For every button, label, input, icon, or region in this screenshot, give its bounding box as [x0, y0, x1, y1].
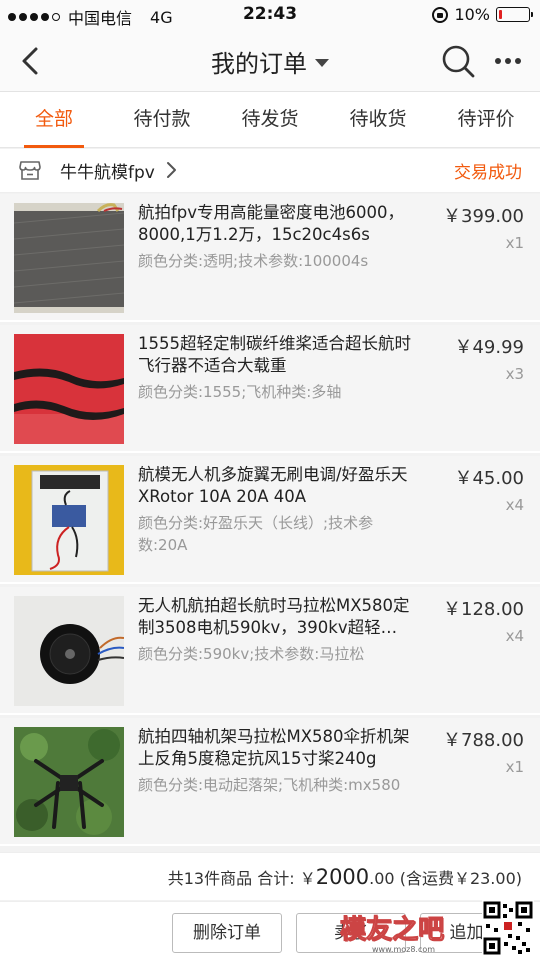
item-spec: 颜色分类:电动起落架;飞机种类:mx580	[138, 776, 401, 794]
tab-pending-payment[interactable]: 待付款	[108, 92, 216, 147]
item-quantity: x3	[505, 365, 524, 383]
tab-pending-review[interactable]: 待评价	[432, 92, 540, 147]
order-item-frame[interactable]: 航拍四轴机架马拉松MX580伞折机架上反角5度稳定抗风15寸桨240g 颜色分类…	[0, 718, 540, 846]
item-quantity: x1	[505, 758, 524, 776]
order-item-esc[interactable]: 航模无人机多旋翼无刷电调/好盈乐天 XRotor 10A 20A 40A 颜色分…	[0, 456, 540, 584]
item-spec: 颜色分类:590kv;技术参数:马拉松	[138, 645, 365, 663]
caret-down-icon	[315, 59, 329, 67]
product-image-frame	[14, 727, 124, 837]
order-item-propeller[interactable]: 1555超轻定制碳纤维桨适合超长航时飞行器不适合大载重 颜色分类:1555;飞机…	[0, 325, 540, 453]
item-count-label: 共13件商品 合计:	[167, 869, 295, 888]
qr-code-icon	[482, 900, 534, 956]
product-image-battery	[14, 203, 124, 313]
item-title: 航模无人机多旋翼无刷电调/好盈乐天 XRotor 10A 20A 40A	[138, 465, 408, 506]
battery-fill	[499, 10, 502, 19]
shop-name[interactable]: 牛牛航模fpv	[60, 158, 155, 183]
product-image-propeller	[14, 334, 124, 444]
order-tabs: 全部 待付款 待发货 待收货 待评价	[0, 92, 540, 148]
tab-pending-receipt[interactable]: 待收货	[324, 92, 432, 147]
shop-header: 牛牛航模fpv 交易成功	[0, 149, 540, 193]
item-quantity: x1	[505, 234, 524, 252]
nav-bar: 我的订单	[0, 30, 540, 92]
item-spec: 颜色分类:透明;技术参数:100004s	[138, 252, 369, 270]
item-spec: 颜色分类:1555;飞机种类:多轴	[138, 383, 342, 401]
action-bar: 删除订单 卖了 追加评	[0, 901, 540, 960]
tab-all[interactable]: 全部	[0, 92, 108, 148]
search-icon[interactable]	[440, 43, 476, 79]
more-icon[interactable]	[492, 52, 524, 70]
delete-order-button[interactable]: 删除订单	[172, 913, 282, 953]
product-image-motor	[14, 596, 124, 706]
item-title: 1555超轻定制碳纤维桨适合超长航时飞行器不适合大载重	[138, 334, 411, 375]
shipping-fee: (含运费￥23.00)	[399, 869, 522, 888]
tab-pending-shipment[interactable]: 待发货	[216, 92, 324, 147]
item-price: ￥399.00	[443, 206, 524, 227]
item-spec: 颜色分类:好盈乐天（长线）;技术参数:20A	[138, 514, 374, 554]
battery-percent: 10%	[454, 5, 490, 24]
item-price: ￥128.00	[443, 599, 524, 620]
rotation-lock-icon	[432, 6, 449, 23]
order-item-battery[interactable]: 航拍fpv专用高能量密度电池6000，8000,1万1.2万，15c20c4s6…	[0, 194, 540, 322]
item-price: ￥788.00	[443, 730, 524, 751]
battery-icon	[496, 7, 533, 22]
currency-symbol: ￥	[299, 869, 316, 888]
summary-text: 共13件商品 合计: ￥2000.00 (含运费￥23.00)	[168, 865, 522, 889]
order-status: 交易成功	[454, 163, 522, 183]
item-quantity: x4	[505, 627, 524, 645]
status-right: 10%	[432, 5, 533, 24]
item-title: 航拍四轴机架马拉松MX580伞折机架上反角5度稳定抗风15寸桨240g	[138, 727, 410, 768]
chevron-right-icon[interactable]	[166, 160, 178, 180]
item-title: 航拍fpv专用高能量密度电池6000，8000,1万1.2万，15c20c4s6…	[138, 203, 405, 244]
sell-button[interactable]: 卖了	[296, 913, 406, 953]
store-icon	[19, 161, 41, 180]
order-total-cents: .00	[369, 869, 395, 888]
product-image-esc	[14, 465, 124, 575]
page-title-text: 我的订单	[211, 50, 307, 78]
item-title: 无人机航拍超长航时马拉松MX580定制3508电机590kv，390kv超轻…	[138, 596, 410, 637]
order-item-motor[interactable]: 无人机航拍超长航时马拉松MX580定制3508电机590kv，390kv超轻… …	[0, 587, 540, 715]
item-quantity: x4	[505, 496, 524, 514]
order-total: 2000	[315, 865, 370, 889]
item-price: ￥49.99	[454, 337, 524, 358]
item-price: ￥45.00	[454, 468, 524, 489]
status-bar: 中国电信 4G 22:43 10%	[0, 0, 540, 30]
order-summary: 共13件商品 合计: ￥2000.00 (含运费￥23.00)	[0, 852, 540, 900]
